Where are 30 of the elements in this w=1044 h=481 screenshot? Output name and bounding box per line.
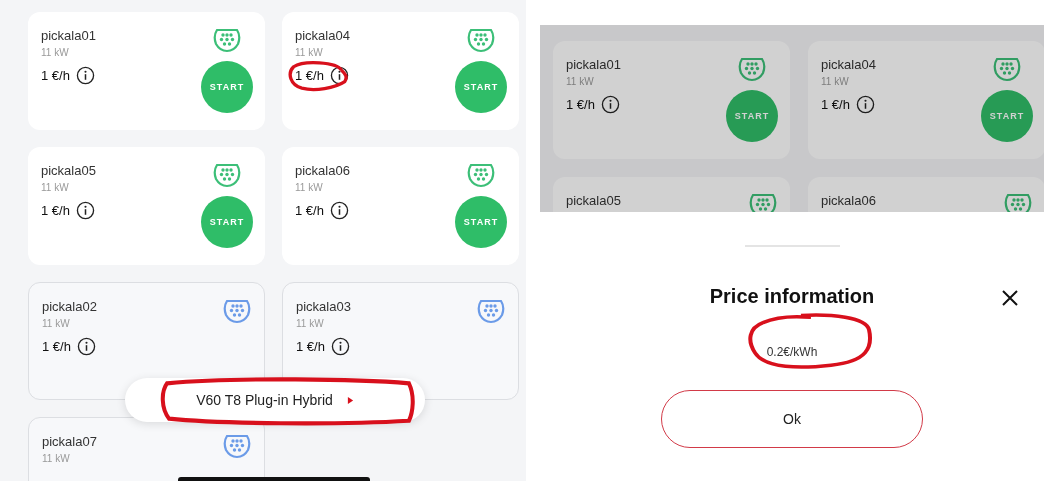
charger-name: pickala05: [41, 162, 96, 178]
charger-name: pickala07: [42, 433, 97, 449]
charger-name: pickala06: [821, 192, 876, 208]
charger-price: 1 €/h: [41, 203, 70, 218]
charger-price: 1 €/h: [42, 339, 71, 354]
price-text: 0.2€/kWh: [766, 345, 818, 359]
charger-name: pickala03: [296, 298, 351, 314]
charger-price: 1 €/h: [295, 203, 324, 218]
charger-power: 11 kW: [566, 76, 595, 87]
charger-power: 11 kW: [295, 47, 324, 58]
charger-power: 11 kW: [42, 318, 71, 329]
charger-name: pickala01: [41, 27, 96, 43]
charger-price: 1 €/h: [295, 68, 324, 83]
charger-price: 1 €/h: [296, 339, 325, 354]
charger-name: pickala01: [566, 56, 621, 72]
sheet-title: Price information: [709, 285, 875, 308]
charger-price: 1 €/h: [566, 97, 595, 112]
charger-power: 11 kW: [41, 182, 70, 193]
charger-power: 11 kW: [821, 76, 850, 87]
charger-power: 11 kW: [42, 453, 71, 464]
charger-name: pickala02: [42, 298, 97, 314]
charger-power: 11 kW: [41, 47, 70, 58]
charger-name: pickala04: [821, 56, 876, 72]
charger-price: 1 €/h: [41, 68, 70, 83]
charger-name: pickala06: [295, 162, 350, 178]
charger-name: pickala04: [295, 27, 350, 43]
charger-price: 1 €/h: [821, 97, 850, 112]
charger-name: pickala05: [566, 192, 621, 208]
charger-power: 11 kW: [295, 182, 324, 193]
charger-power: 11 kW: [296, 318, 325, 329]
